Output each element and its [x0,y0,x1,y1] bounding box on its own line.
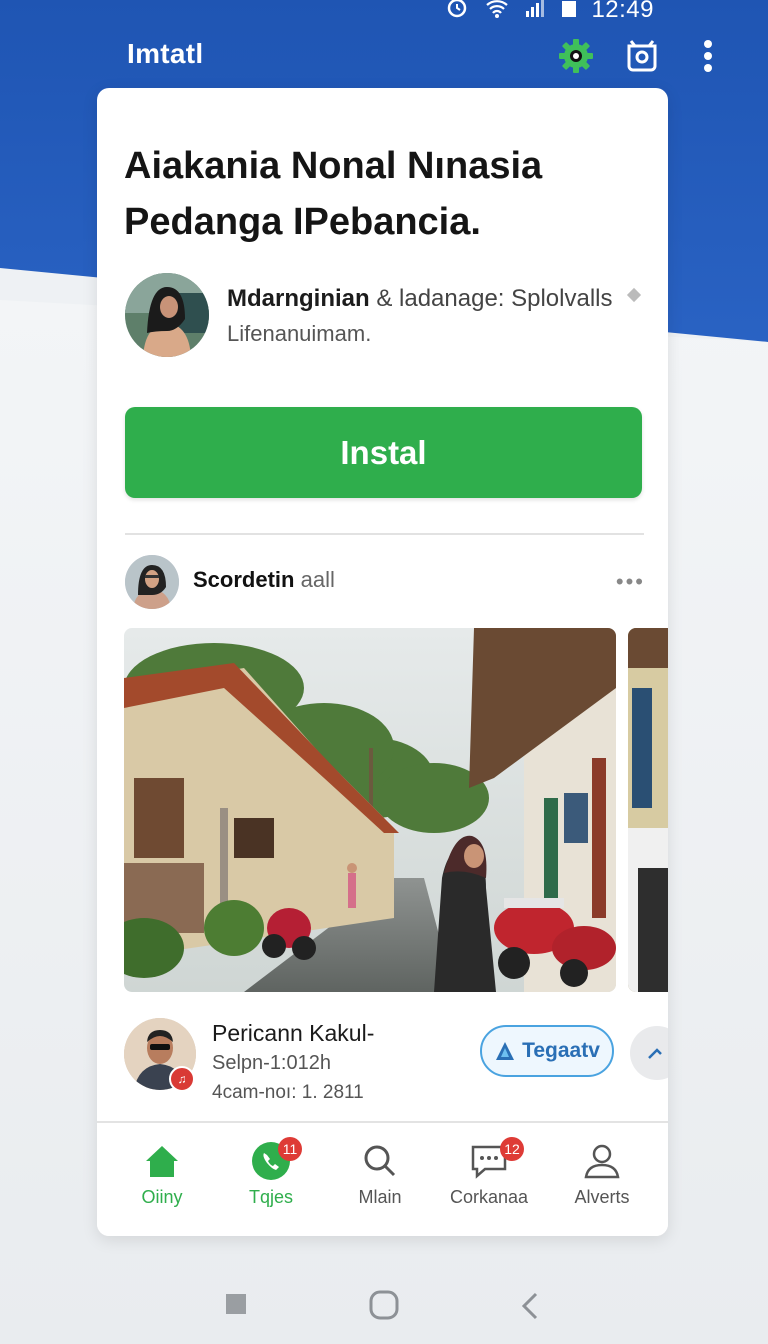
alarm-icon [447,0,467,18]
post-author-avatar[interactable] [125,555,179,609]
music-badge-icon: ♫ [169,1066,195,1092]
status-time: 12:49 [591,0,654,23]
search-icon [364,1145,396,1177]
comment-stats: 4cam-noı: 1. 2811 [212,1082,364,1103]
back-chevron-icon [521,1292,538,1320]
messages-badge: 12 [500,1137,524,1161]
back-button[interactable] [520,1292,540,1325]
battery-icon [562,1,576,17]
tag-triangle-icon [496,1042,515,1060]
author-role: & ladanage: Splolvalls [376,285,613,312]
system-navigation [0,1284,768,1334]
app-title: Imtatl [127,38,204,69]
camera-button[interactable] [622,36,662,76]
nav-item-search[interactable]: Mlain [325,1123,435,1236]
photo-carousel[interactable] [124,628,668,992]
nav-label-calls: Tqjes [248,1187,293,1207]
nav-item-alerts[interactable]: Alverts [547,1123,657,1236]
install-button[interactable]: Instal [125,407,642,498]
settings-button[interactable] [556,36,596,76]
post-header: Scordetin aall ••• [125,555,645,611]
post-author-name[interactable]: Scordetin [193,567,294,592]
home-button[interactable] [369,1290,399,1325]
signal-icon [526,0,544,17]
street-photo[interactable] [124,628,616,992]
nav-label-alerts: Alverts [574,1187,630,1207]
camera-icon [627,40,657,72]
gear-icon [559,39,593,73]
post-author-suffix: aall [300,567,335,592]
author-name-line: Mdarnginian & ladanage: Splolvalls [227,285,613,313]
article-headline: Aiakania Nonal Nınasia Pedanga IPebancia… [124,145,543,243]
tag-button[interactable]: Tegaatv [480,1025,614,1077]
author-name: Mdarnginian [227,285,370,312]
comment-row: ♫ Pericann Kakul- Selpn-1:012h 4cam-noı:… [124,1016,668,1106]
author-row[interactable]: Mdarnginian & ladanage: Splolvalls Lifen… [125,273,645,363]
recents-button[interactable] [225,1292,247,1321]
post-author-line: Scordetin aall [193,567,335,593]
chevron-icon [648,1048,662,1059]
status-bar: 12:49 [0,0,768,23]
nav-label-home: Oiiny [141,1187,183,1207]
home-icon [146,1146,178,1177]
divider [125,533,644,535]
article-card: Aiakania Nonal Nınasia Pedanga IPebancia… [97,88,668,1236]
circle-icon [369,1290,399,1320]
more-vert-icon [704,40,712,72]
nav-item-messages[interactable]: 12 Corkanaa [434,1123,544,1236]
post-more-button[interactable]: ••• [616,569,645,595]
diamond-icon [626,287,642,303]
nav-item-calls[interactable]: 11 Tqjes [216,1123,326,1236]
bottom-navigation: Oiiny 11 Tqjes Mlain 12 Corkanaa Alverts [97,1121,668,1236]
nav-label-search: Mlain [358,1187,402,1207]
app-bar: Imtatl [0,30,768,84]
wifi-icon [486,0,508,18]
nav-item-home[interactable]: Oiiny [107,1123,217,1236]
overflow-menu-button[interactable] [688,36,728,76]
tag-button-label: Tegaatv [522,1039,600,1062]
author-avatar[interactable] [125,273,209,357]
comment-meta: Selpn-1:012h [212,1052,331,1074]
calls-badge: 11 [278,1137,302,1161]
nav-label-messages: Corkanaa [449,1187,529,1207]
commenter-name: Pericann Kakul- [212,1020,375,1046]
author-subtitle: Lifenanuimam. [227,321,372,346]
next-photo-preview[interactable] [628,628,668,992]
square-icon [226,1294,246,1314]
expand-button[interactable] [630,1026,668,1080]
person-icon [584,1144,620,1179]
